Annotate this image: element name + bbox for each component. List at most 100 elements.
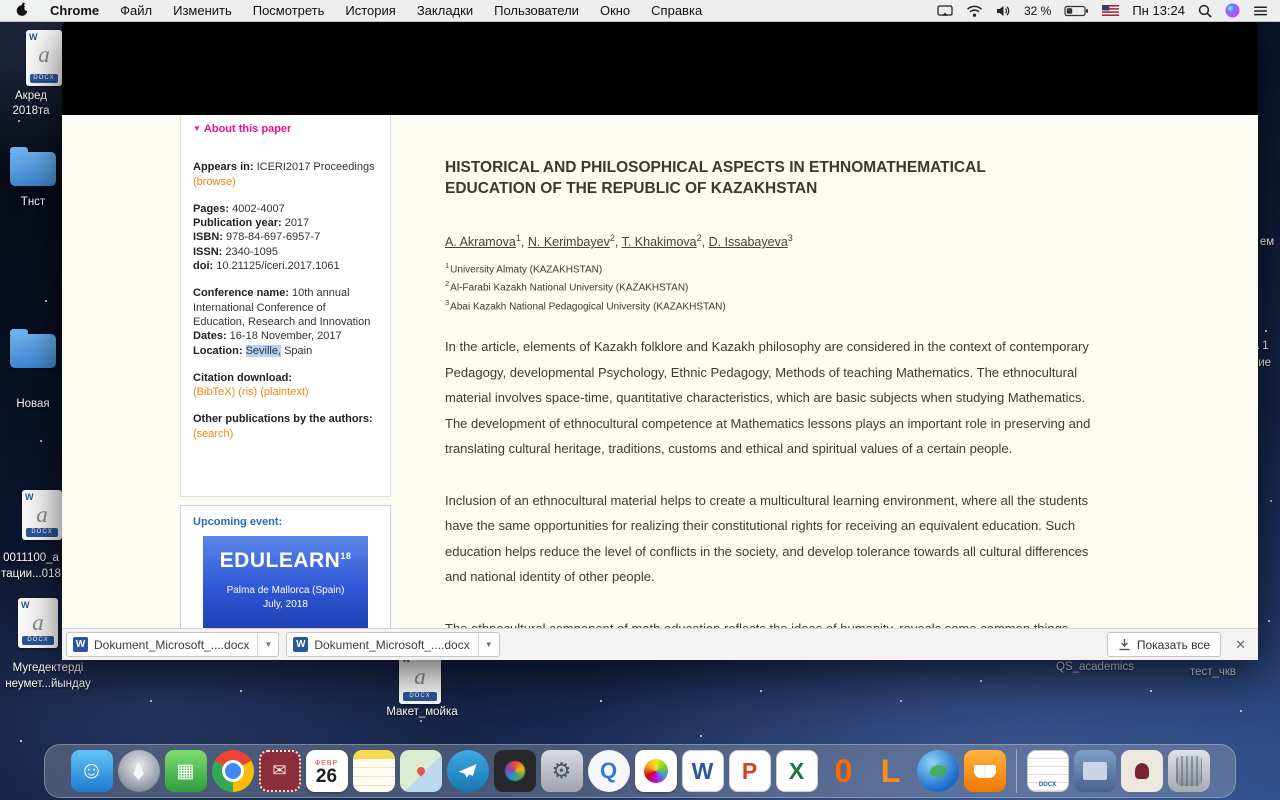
notes-icon[interactable] [353,750,395,792]
conference-meta: Conference name: 10th annual Internation… [193,286,378,357]
show-all-downloads-button[interactable]: Показать все [1107,632,1221,657]
other-publications: Other publications by the authors: (sear… [193,412,378,441]
desktop-icon-label: QS_academics [1040,661,1150,673]
libreoffice-icon[interactable]: L [870,750,912,792]
word-file-icon: W [73,637,88,652]
download-icon [1118,638,1131,651]
edulearn-banner[interactable]: EDULEARN18 Palma de Mallorca (Spain) Jul… [203,536,368,628]
siri-icon[interactable] [1225,3,1240,18]
menu-bookmarks[interactable]: Закладки [417,3,473,18]
desktop-icon-label: 0011100_a [0,552,62,564]
plaintext-link[interactable]: (plaintext) [260,386,308,398]
menu-help[interactable]: Справка [651,3,702,18]
menu-file[interactable]: Файл [120,3,152,18]
finder-icon[interactable]: ☺ [71,750,113,792]
download-item-menu-caret[interactable]: ▼ [478,633,499,656]
docx-file-dock-icon[interactable]: DOCX [1027,750,1069,792]
spotlight-search-icon[interactable] [1198,4,1212,18]
keyboard-flag-icon[interactable] [1102,5,1119,16]
search-authors-link[interactable]: (search) [193,428,233,440]
desktop-folder-novaya[interactable] [10,334,56,368]
authors-line: A. Akramova1N. Kerimbayev2T. Khakimova2D… [445,233,1095,249]
battery-icon[interactable] [1064,5,1089,17]
download-item[interactable]: W Dokument_Microsoft_....docx ▼ [286,632,499,657]
download-item-menu-caret[interactable]: ▼ [257,633,278,656]
paper-title: HISTORICAL AND PHILOSOPHICAL ASPECTS IN … [445,157,1045,199]
dock: ☺ ▦ ✉ февр 26 ⚙ Q W P X 0 L DOCX [44,744,1236,798]
docx-file-icon: W a DOCX [18,598,58,648]
excel-icon[interactable]: X [776,750,818,792]
mail-stamp-icon[interactable]: ✉ [259,750,301,792]
desktop-icon-mugedekterdi[interactable]: W a DOCX [18,598,58,648]
photos-icon[interactable] [635,750,677,792]
affiliation-line: 3Abai Kazakh National Pedagogical Univer… [445,296,1095,314]
menu-bar: Chrome Файл Изменить Посмотреть История … [0,0,1280,22]
powerpoint-icon[interactable]: P [729,750,771,792]
upcoming-event-link[interactable]: Upcoming event: [193,516,378,528]
desktop-folder-tnst[interactable] [10,152,56,186]
globe-icon[interactable] [917,750,959,792]
apple-menu-icon[interactable] [16,2,29,20]
books-icon[interactable] [964,750,1006,792]
menu-clock[interactable]: Пн 13:24 [1132,3,1185,18]
desktop-icon-label: неумет...йындау [0,678,96,690]
downloads-stack-icon[interactable] [1074,750,1116,792]
paper-page: ▼About this paper Appears in: ICERI2017 … [62,115,1258,628]
quicktime-icon[interactable]: Q [588,750,630,792]
volume-icon[interactable] [996,5,1011,17]
notification-center-icon[interactable] [1253,5,1268,17]
desktop-icon-label: Новая [0,398,66,410]
trash-icon[interactable] [1168,750,1210,792]
browser-window: ▼About this paper Appears in: ICERI2017 … [62,22,1258,660]
wifi-icon[interactable] [966,5,983,17]
calendar-icon[interactable]: февр 26 [306,750,348,792]
desktop-icon-label: 2018та [0,105,62,117]
appears-in-row: Appears in: ICERI2017 Proceedings [193,160,378,174]
chrome-icon[interactable] [212,750,254,792]
menu-view[interactable]: Посмотреть [253,3,325,18]
affiliations: 1University Almaty (KAZAKHSTAN) 2Al-Fara… [445,259,1095,314]
selected-text: Seville, [246,345,281,357]
desktop-icon-akred[interactable]: W a DOCX [26,30,62,86]
system-preferences-icon[interactable]: ⚙ [541,750,583,792]
abstract-paragraph: The ethnocultural component of math educ… [445,616,1095,628]
browse-link[interactable]: (browse) [193,176,236,188]
author-link[interactable]: N. Kerimbayev2 [528,235,622,249]
battery-percent: 32 % [1024,4,1051,18]
desktop-icon-label: Макет_мойка [372,706,472,718]
menu-edit[interactable]: Изменить [173,3,232,18]
word-icon[interactable]: W [682,750,724,792]
article: HISTORICAL AND PHILOSOPHICAL ASPECTS IN … [445,157,1095,628]
bibtex-link[interactable]: (BibTeX) [193,386,235,398]
citation-download: Citation download: (BibTeX) (ris) (plain… [193,371,378,400]
close-downloads-bar-button[interactable]: ✕ [1235,637,1246,653]
publication-meta: Pages: 4002-4007 Publication year: 2017 … [193,202,378,273]
about-this-paper-link[interactable]: ▼About this paper [193,122,378,136]
author-link[interactable]: D. Issabayeva3 [709,235,793,249]
person-doc-icon[interactable] [1121,750,1163,792]
dock-separator [1016,749,1017,793]
ris-link[interactable]: (ris) [238,386,257,398]
docx-file-icon: W a DOCX [26,30,62,86]
folder-icon [10,334,56,368]
menu-history[interactable]: История [345,3,395,18]
author-link[interactable]: A. Akramova1 [445,235,528,249]
launchpad-icon[interactable] [118,750,160,792]
word-file-icon: W [293,637,308,652]
maps-icon[interactable] [400,750,442,792]
affiliation-line: 2Al-Farabi Kazakh National University (K… [445,277,1095,295]
opera-icon[interactable]: 0 [823,750,865,792]
photos-dark-icon[interactable] [494,750,536,792]
browser-chrome-area [62,22,1258,115]
telegram-icon[interactable] [447,750,489,792]
green-app-icon[interactable]: ▦ [165,750,207,792]
menu-window[interactable]: Окно [600,3,630,18]
author-link[interactable]: T. Khakimova2 [622,235,709,249]
desktop-icon-label: тест_чкв [1178,666,1248,678]
download-item[interactable]: W Dokument_Microsoft_....docx ▼ [66,632,279,657]
screen-mirroring-icon[interactable] [937,5,953,17]
desktop-icon-0011100[interactable]: W a DOCX [22,490,62,540]
desktop: W a DOCX Акред 2018та Тнст Новая W a DOC… [0,0,1280,800]
menu-people[interactable]: Пользователи [494,3,579,18]
active-app-menu[interactable]: Chrome [50,3,99,18]
